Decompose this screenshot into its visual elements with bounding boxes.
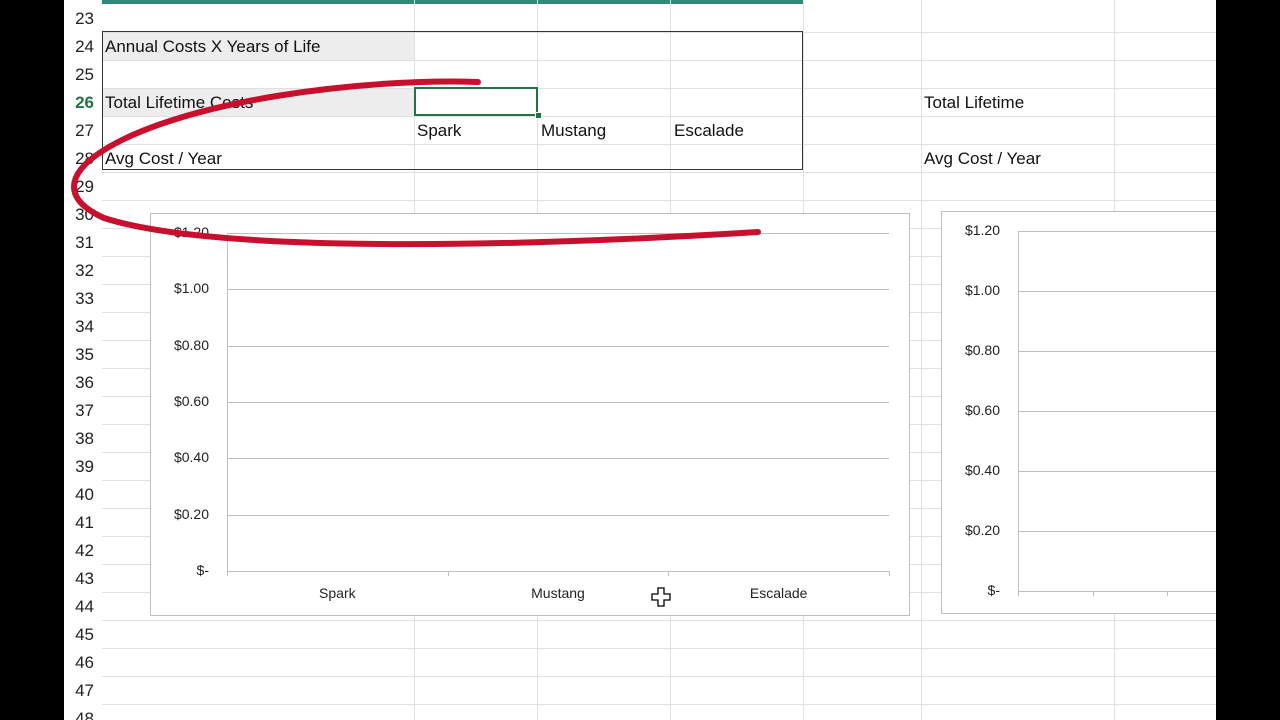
crosshair-cursor-icon [651, 587, 671, 607]
spreadsheet-grid[interactable]: 23 24 25 26 27 28 29 30 31 32 33 34 35 36 37 38 39 40 41 42… [64, 0, 1216, 720]
annotation-stroke [71, 78, 761, 248]
